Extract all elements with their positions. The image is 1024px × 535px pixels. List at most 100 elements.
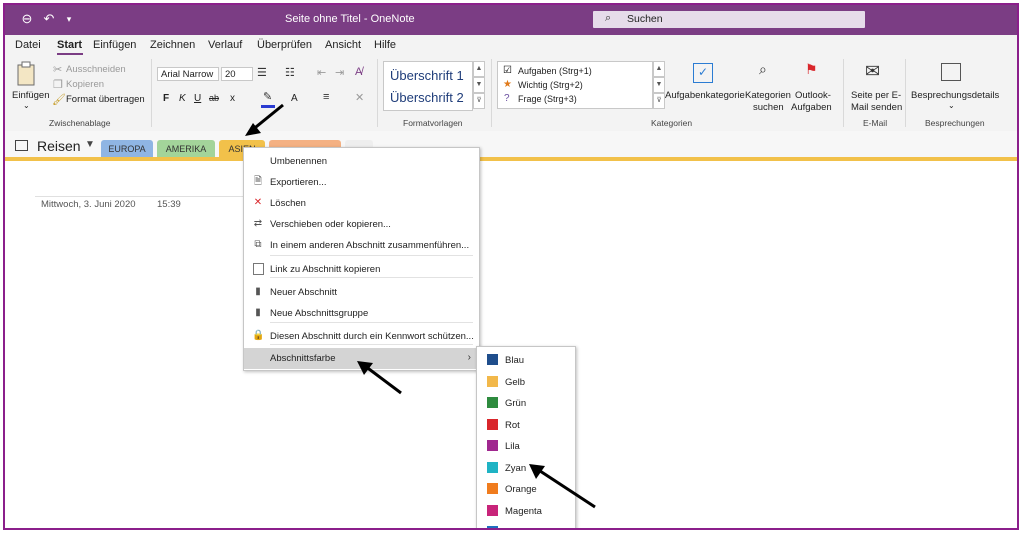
styles-more-icon[interactable]: ⊽ — [473, 93, 485, 109]
tags-gallery[interactable]: ☑ Aufgaben (Strg+1) ★ Wichtig (Strg+2) ?… — [497, 61, 653, 109]
active-section-line — [5, 157, 1017, 161]
context-menu-label: Neue Abschnittsgruppe — [270, 308, 369, 319]
copy-button[interactable]: Kopieren — [66, 79, 104, 90]
font-family-select[interactable]: Arial Narrow — [157, 67, 219, 81]
context-menu-item-6[interactable]: ▮ Neuer Abschnitt — [244, 282, 479, 303]
styles-gallery[interactable]: Überschrift 1 Überschrift 2 — [383, 61, 473, 111]
context-menu-item-9[interactable]: Abschnittsfarbe › — [244, 348, 479, 369]
group-label-email: E-Mail — [863, 118, 888, 128]
notebook-dropdown-icon[interactable]: ▼ — [85, 139, 95, 150]
tab-datei[interactable]: Datei — [15, 39, 41, 51]
find-tags-line2[interactable]: suchen — [753, 102, 784, 113]
decrease-indent-icon[interactable]: ⇤ — [317, 66, 326, 79]
increase-indent-icon[interactable]: ⇥ — [335, 66, 344, 79]
style-heading-1[interactable]: Überschrift 1 — [390, 68, 464, 83]
todo-tag-icon[interactable]: ✓ — [693, 63, 713, 83]
title-bar: ⊖ ↶ ▾ Seite ohne Titel - OneNote ⌕ Suche… — [5, 5, 1017, 35]
calendar-icon[interactable] — [941, 63, 961, 81]
color-option-8[interactable]: Blauer Nebel — [477, 521, 575, 528]
outlook-tasks-line2[interactable]: Aufgaben — [791, 102, 832, 113]
styles-scroll-up-icon[interactable]: ▲ — [473, 61, 485, 77]
tab-ansicht[interactable]: Ansicht — [325, 39, 361, 51]
underline-button[interactable]: U — [194, 93, 201, 104]
font-size-select[interactable]: 20 — [221, 67, 253, 81]
color-option-0[interactable]: Blau — [477, 349, 575, 370]
separator — [491, 59, 492, 127]
menu-separator — [270, 322, 473, 323]
search-box[interactable]: ⌕ Suchen — [593, 11, 865, 28]
bold-button[interactable]: F — [163, 93, 169, 104]
color-swatch — [487, 418, 498, 430]
styles-scroll-down-icon[interactable]: ▼ — [473, 77, 485, 93]
tab-einfuegen[interactable]: Einfügen — [93, 39, 136, 51]
find-tags-line1[interactable]: Kategorien — [745, 90, 791, 101]
font-color-button[interactable]: A — [291, 93, 298, 104]
email-icon[interactable]: ✉ — [865, 61, 880, 82]
context-menu-label: Löschen — [270, 198, 306, 209]
lock-icon: 🔒 — [252, 330, 265, 341]
tag-important[interactable]: Wichtig (Strg+2) — [518, 80, 583, 90]
paste-dropdown-icon[interactable]: ⌄ — [23, 101, 30, 110]
quick-access-dropdown-icon[interactable]: ▾ — [61, 11, 77, 27]
numbering-icon[interactable]: ☷ — [285, 66, 295, 79]
tags-scroll-down-icon[interactable]: ▼ — [653, 77, 665, 93]
paste-button[interactable] — [15, 61, 41, 89]
email-page-line1[interactable]: Seite per E- — [851, 90, 901, 101]
bullets-icon[interactable]: ☰ — [257, 66, 267, 79]
color-option-5[interactable]: Zyan — [477, 457, 575, 478]
color-option-1[interactable]: Gelb — [477, 371, 575, 392]
tab-hilfe[interactable]: Hilfe — [374, 39, 396, 51]
clear-formatting-icon[interactable]: A̸ — [355, 66, 362, 78]
align-icon[interactable]: ≡ — [323, 91, 329, 103]
color-label: Lila — [505, 441, 520, 452]
context-menu-label: Link zu Abschnitt kopieren — [270, 264, 381, 275]
paste-label[interactable]: Einfügen — [12, 90, 50, 101]
tags-more-icon[interactable]: ⊽ — [653, 93, 665, 109]
tab-zeichnen[interactable]: Zeichnen — [150, 39, 195, 51]
color-option-3[interactable]: Rot — [477, 414, 575, 435]
meeting-details-dropdown-icon[interactable]: ⌄ — [948, 101, 955, 110]
star-icon: ★ — [503, 79, 512, 90]
meeting-details-button[interactable]: Besprechungsdetails — [911, 90, 999, 101]
context-menu-item-2[interactable]: ✕ Löschen — [244, 193, 479, 214]
copy-icon: ❐ — [53, 79, 63, 91]
context-menu-item-3[interactable]: ⇄ Verschieben oder kopieren... — [244, 214, 479, 235]
color-option-6[interactable]: Orange — [477, 478, 575, 499]
tag-category-button[interactable]: Aufgabenkategorie — [665, 90, 745, 101]
color-option-2[interactable]: Grün — [477, 392, 575, 413]
highlight-icon[interactable]: ✎ — [263, 90, 272, 103]
cut-button[interactable]: Ausschneiden — [66, 64, 126, 75]
color-option-4[interactable]: Lila — [477, 435, 575, 456]
font-size-value: 20 — [225, 69, 236, 80]
undo-icon[interactable]: ↶ — [41, 11, 57, 27]
back-icon[interactable]: ⊖ — [19, 11, 35, 27]
group-label-styles: Formatvorlagen — [403, 118, 463, 128]
color-option-7[interactable]: Magenta — [477, 500, 575, 521]
scissors-icon: ✂ — [53, 64, 63, 76]
find-tags-icon[interactable]: ⌕ — [759, 61, 767, 78]
page-title-rule — [35, 196, 265, 197]
style-heading-2[interactable]: Überschrift 2 — [390, 90, 464, 105]
tab-verlauf[interactable]: Verlauf — [208, 39, 242, 51]
clipboard-icon — [17, 61, 35, 86]
tag-question[interactable]: Frage (Strg+3) — [518, 94, 577, 104]
italic-button[interactable]: K — [179, 93, 186, 104]
subscript-button[interactable]: x — [230, 93, 235, 104]
email-page-line2[interactable]: Mail senden — [851, 102, 902, 113]
tab-start[interactable]: Start — [57, 39, 82, 51]
format-painter-button[interactable]: Format übertragen — [66, 94, 145, 105]
delete-format-icon[interactable]: ✕ — [355, 91, 364, 104]
tags-scroll-up-icon[interactable]: ▲ — [653, 61, 665, 77]
flag-icon[interactable]: ⚑ — [805, 61, 818, 78]
context-menu-item-1[interactable]: 🗎 Exportieren... — [244, 172, 479, 193]
notebook-icon[interactable] — [15, 140, 28, 151]
outlook-tasks-line1[interactable]: Outlook- — [795, 90, 831, 101]
context-menu-label: Neuer Abschnitt — [270, 287, 338, 298]
context-menu-item-7[interactable]: ▮ Neue Abschnittsgruppe — [244, 303, 479, 324]
notebook-name[interactable]: Reisen — [37, 138, 81, 154]
tab-ueberpruefen[interactable]: Überprüfen — [257, 39, 312, 51]
context-menu-item-0[interactable]: Umbenennen — [244, 151, 479, 172]
context-menu-item-4[interactable]: ⧉ In einem anderen Abschnitt zusammenführ… — [244, 235, 479, 256]
tag-todo[interactable]: Aufgaben (Strg+1) — [518, 66, 592, 76]
strikethrough-button[interactable]: ab — [209, 93, 219, 103]
